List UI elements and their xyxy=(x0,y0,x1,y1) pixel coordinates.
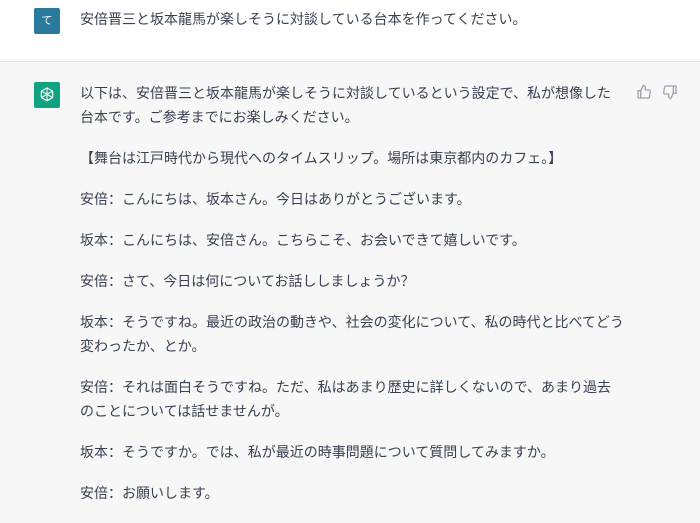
thumbs-down-icon[interactable] xyxy=(662,84,678,100)
user-message-row: て 安倍晋三と坂本龍馬が楽しそうに対談している台本を作ってください。 xyxy=(0,0,700,62)
paragraph: 安倍：お願いします。 xyxy=(80,486,219,502)
paragraph: 坂本：そうですか。では、私が最近の時事問題について質問してみますか。 xyxy=(80,445,555,461)
user-message-text: 安倍晋三と坂本龍馬が楽しそうに対談している台本を作ってください。 xyxy=(80,12,527,28)
thumbs-up-icon[interactable] xyxy=(636,84,652,100)
paragraph: 安倍：こんにちは、坂本さん。今日はありがとうございます。 xyxy=(80,192,471,208)
paragraph: 以下は、安倍晋三と坂本龍馬が楽しそうに対談しているという設定で、私が想像した台本… xyxy=(80,86,612,126)
paragraph: 坂本：こんにちは、安倍さん。こちらこそ、お会いできて嬉しいです。 xyxy=(80,233,526,249)
feedback-buttons xyxy=(636,84,678,100)
paragraph: 安倍：それは面白そうですね。ただ、私はあまり歴史に詳しくないので、あまり過去のこ… xyxy=(80,380,612,420)
openai-logo-icon xyxy=(34,82,60,108)
assistant-message-row: 以下は、安倍晋三と坂本龍馬が楽しそうに対談しているという設定で、私が想像した台本… xyxy=(0,62,700,502)
paragraph: 安倍：さて、今日は何についてお話ししましょうか？ xyxy=(80,274,415,290)
paragraph: 坂本：そうですね。最近の政治の動きや、社会の変化について、私の時代と比べてどう変… xyxy=(80,315,624,355)
user-avatar: て xyxy=(34,8,60,34)
paragraph: 【舞台は江戸時代から現代へのタイムスリップ。場所は東京都内のカフェ。】 xyxy=(80,151,563,167)
assistant-message-text: 以下は、安倍晋三と坂本龍馬が楽しそうに対談しているという設定で、私が想像した台本… xyxy=(80,82,625,523)
